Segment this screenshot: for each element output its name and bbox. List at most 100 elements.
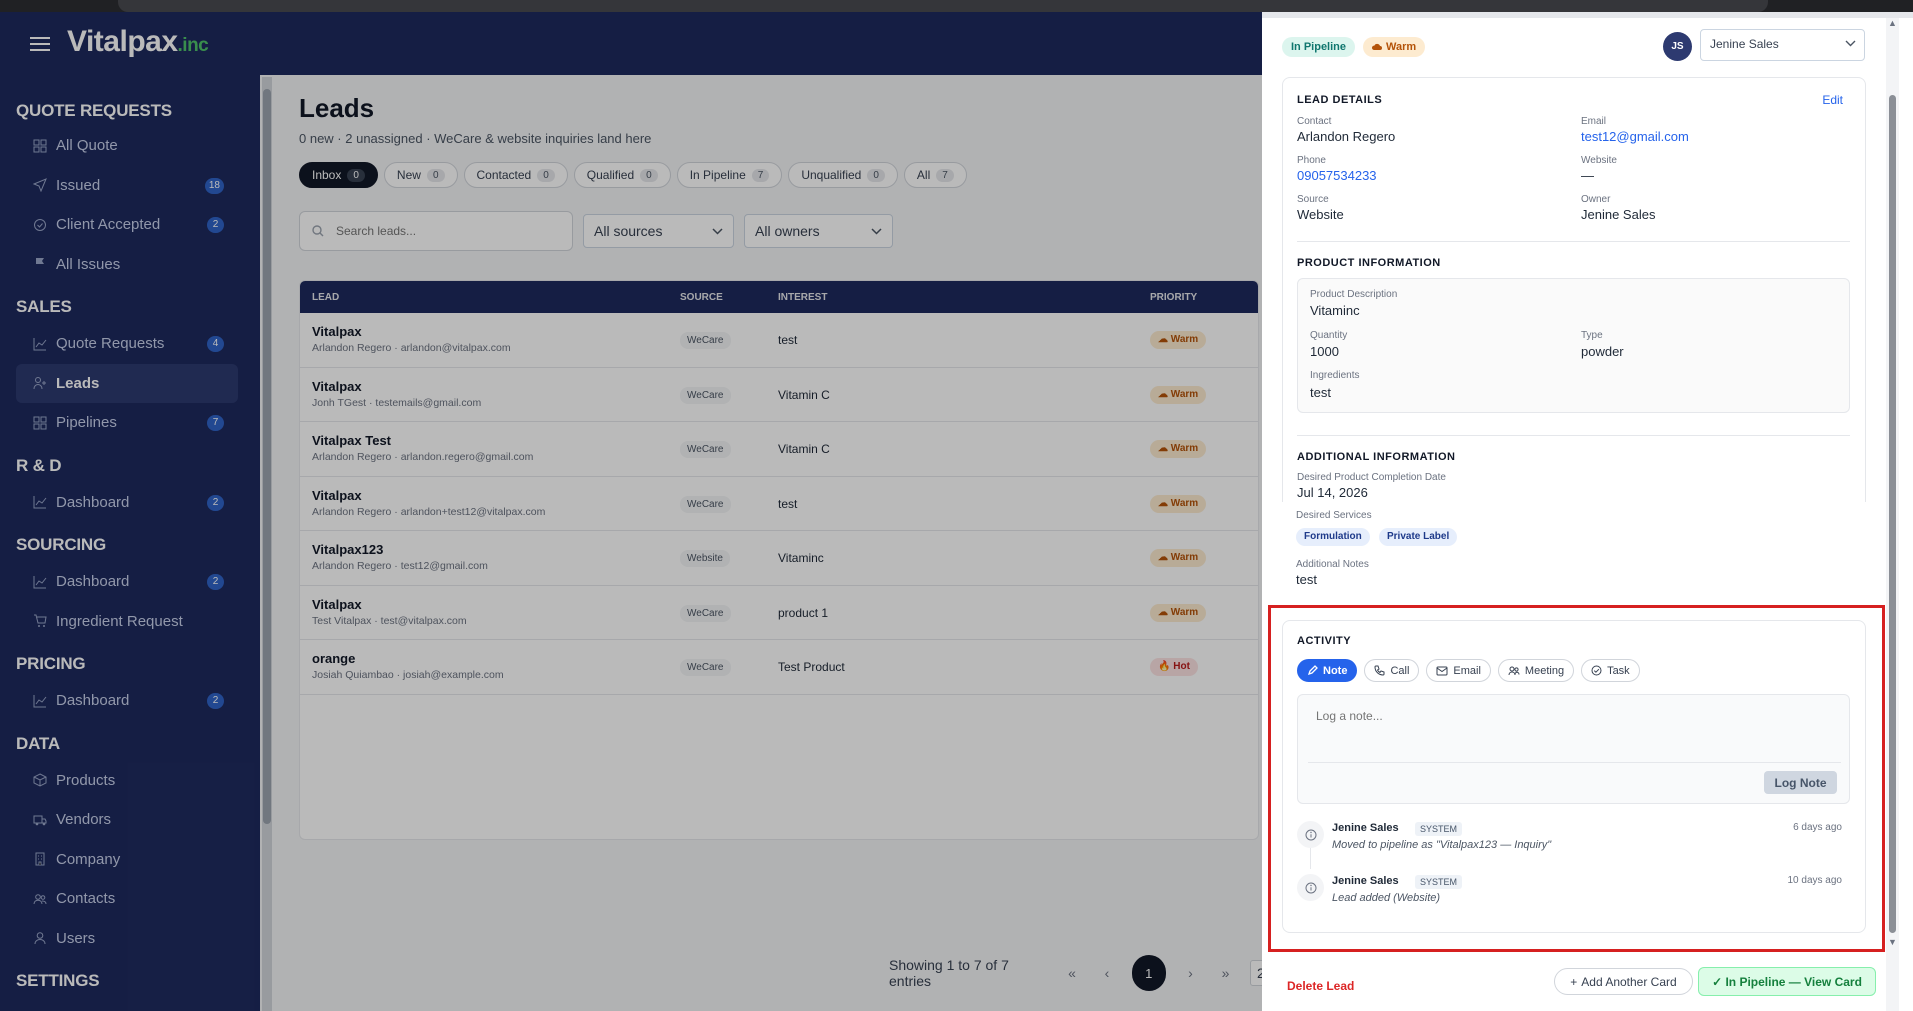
table-row[interactable]: Vitalpax Arlandon Regero · arlandon+test1… — [300, 477, 1258, 531]
owner-filter-select[interactable]: All owners — [744, 214, 893, 248]
tab-new[interactable]: New 0 — [383, 162, 458, 188]
table-row[interactable]: orange Josiah Quiambao · josiah@example.c… — [300, 640, 1258, 695]
sidebar-scrollbar[interactable] — [262, 77, 272, 1011]
sidebar-item-dashboard[interactable]: Dashboard 2 — [0, 681, 260, 721]
cloud-icon — [1372, 43, 1382, 51]
sidebar-item-issued[interactable]: Issued 18 — [0, 166, 260, 206]
add-another-card-button[interactable]: + Add Another Card — [1554, 968, 1693, 995]
search-input[interactable] — [336, 224, 491, 238]
sidebar-item-all-quote[interactable]: All Quote — [0, 126, 260, 166]
tab-count: 7 — [936, 168, 954, 182]
drawer-scroll-thumb[interactable] — [1889, 95, 1896, 933]
scroll-up-arrow-icon[interactable]: ▲ — [1888, 18, 1897, 28]
contact-label: Contact — [1297, 116, 1332, 127]
page-size-select[interactable]: 25 — [1249, 960, 1262, 986]
prev-page-button[interactable]: ‹ — [1096, 962, 1117, 984]
sidebar-item-pipelines[interactable]: Pipelines 7 — [0, 403, 260, 443]
edit-button[interactable]: Edit — [1822, 93, 1843, 107]
table-header: LEAD SOURCE INTEREST PRIORITY — [300, 281, 1258, 313]
sidebar-item-dashboard[interactable]: Dashboard 2 — [0, 483, 260, 523]
table-row[interactable]: Vitalpax Test Arlandon Regero · arlandon.… — [300, 422, 1258, 477]
column-header-priority[interactable]: PRIORITY — [1150, 292, 1197, 303]
sidebar-item-label: Vendors — [56, 811, 112, 829]
tab-qualified[interactable]: Qualified 0 — [573, 162, 671, 188]
sidebar-item-label: Users — [56, 929, 96, 947]
sidebar-item-quote-requests[interactable]: Quote Requests 4 — [0, 324, 260, 364]
search-box[interactable] — [299, 211, 573, 251]
tab-contacted[interactable]: Contacted 0 — [463, 162, 568, 188]
sidebar-item-label: Quote Requests — [56, 335, 165, 353]
sidebar-item-label: Pipelines — [56, 414, 117, 432]
scroll-down-arrow-icon[interactable]: ▼ — [1888, 937, 1897, 947]
tab-unqualified[interactable]: Unqualified 0 — [788, 162, 898, 188]
sidebar-item-dashboard[interactable]: Dashboard 2 — [0, 562, 260, 602]
sidebar-item-vendors[interactable]: Vendors — [0, 800, 260, 840]
hamburger-menu-icon[interactable] — [30, 36, 50, 52]
sidebar-item-leads[interactable]: Leads — [16, 363, 238, 403]
activity-type-buttons: Note Call Email Meeting Task — [1297, 659, 1640, 682]
sidebar-item-products[interactable]: Products — [0, 761, 260, 801]
phone-label: Phone — [1297, 155, 1326, 166]
first-page-button[interactable]: « — [1061, 962, 1082, 984]
type-label: Type — [1581, 330, 1603, 341]
phone-link[interactable]: 09057534233 — [1297, 168, 1377, 183]
column-header-source[interactable]: SOURCE — [680, 292, 723, 303]
chart-icon — [32, 336, 48, 352]
lead-detail-drawer: In Pipeline Warm JS Jenine Sales LEAD DE… — [1262, 18, 1913, 1011]
count-badge: 4 — [207, 336, 224, 352]
pagination-summary: Showing 1 to 7 of 7 entries — [889, 957, 1009, 989]
sidebar-item-users[interactable]: Users — [0, 919, 260, 959]
sidebar-section-title: QUOTE REQUESTS — [16, 101, 172, 120]
sidebar-item-all-issues[interactable]: All Issues — [0, 245, 260, 285]
drawer-scrollbar[interactable]: ▲ ▼ — [1886, 18, 1899, 1011]
sidebar-section-title: PRICING — [16, 654, 86, 673]
column-header-interest[interactable]: INTEREST — [778, 292, 827, 303]
priority-badge: Warm — [1363, 37, 1426, 57]
app-logo[interactable]: Vitalpax.inc — [67, 25, 209, 59]
table-row[interactable]: Vitalpax123 Arlandon Regero · test12@gmai… — [300, 531, 1258, 586]
tab-count: 0 — [867, 168, 885, 182]
table-row[interactable]: Vitalpax Arlandon Regero · arlandon@vital… — [300, 313, 1258, 368]
sidebar-item-ingredient-request[interactable]: Ingredient Request — [0, 602, 260, 642]
tab-in-pipeline[interactable]: In Pipeline 7 — [676, 162, 783, 188]
chevron-down-icon — [1845, 40, 1856, 47]
meeting-button[interactable]: Meeting — [1497, 659, 1575, 682]
last-page-button[interactable]: » — [1215, 962, 1236, 984]
sidebar-scroll-thumb[interactable] — [263, 89, 271, 824]
ingredients-label: Ingredients — [1310, 370, 1360, 381]
email-button-label: Email — [1453, 664, 1481, 677]
table-row[interactable]: Vitalpax Jonh TGest · testemails@gmail.co… — [300, 368, 1258, 422]
note-button[interactable]: Note — [1297, 659, 1358, 682]
email-button[interactable]: Email — [1426, 659, 1491, 682]
table-row[interactable]: Vitalpax Test Vitalpax · test@vitalpax.co… — [300, 586, 1258, 640]
email-link[interactable]: test12@gmail.com — [1581, 129, 1689, 144]
tab-inbox[interactable]: Inbox 0 — [299, 162, 378, 188]
page-number-button[interactable]: 1 — [1131, 955, 1166, 991]
priority-label: Warm — [1170, 606, 1199, 618]
sidebar-item-contacts[interactable]: Contacts — [0, 879, 260, 919]
additional-notes-value: test — [1296, 572, 1317, 587]
contacts-icon — [32, 891, 48, 907]
column-header-lead[interactable]: LEAD — [312, 292, 339, 303]
delete-lead-button[interactable]: Delete Lead — [1287, 979, 1354, 993]
source-badge: WeCare — [680, 604, 731, 622]
priority-icon: ☁ — [1158, 497, 1171, 509]
chevron-down-icon — [712, 227, 723, 235]
sidebar-item-client-accepted[interactable]: Client Accepted 2 — [0, 205, 260, 245]
log-note-button[interactable]: Log Note — [1764, 771, 1837, 794]
count-badge: 2 — [207, 574, 224, 590]
source-badge: WeCare — [680, 386, 731, 404]
sidebar-item-company[interactable]: Company — [0, 840, 260, 880]
priority-label: Hot — [1173, 661, 1190, 672]
tab-all[interactable]: All 7 — [903, 162, 967, 188]
view-pipeline-card-button[interactable]: ✓ In Pipeline — View Card — [1698, 967, 1876, 996]
task-button[interactable]: Task — [1581, 659, 1640, 682]
website-value: — — [1581, 168, 1594, 183]
owner-select[interactable]: Jenine Sales — [1700, 29, 1865, 61]
call-button[interactable]: Call — [1364, 659, 1420, 682]
note-textarea[interactable] — [1308, 701, 1841, 763]
address-bar[interactable] — [118, 0, 1768, 12]
truck-icon — [32, 812, 48, 828]
next-page-button[interactable]: › — [1180, 962, 1201, 984]
source-filter-select[interactable]: All sources — [583, 214, 734, 248]
